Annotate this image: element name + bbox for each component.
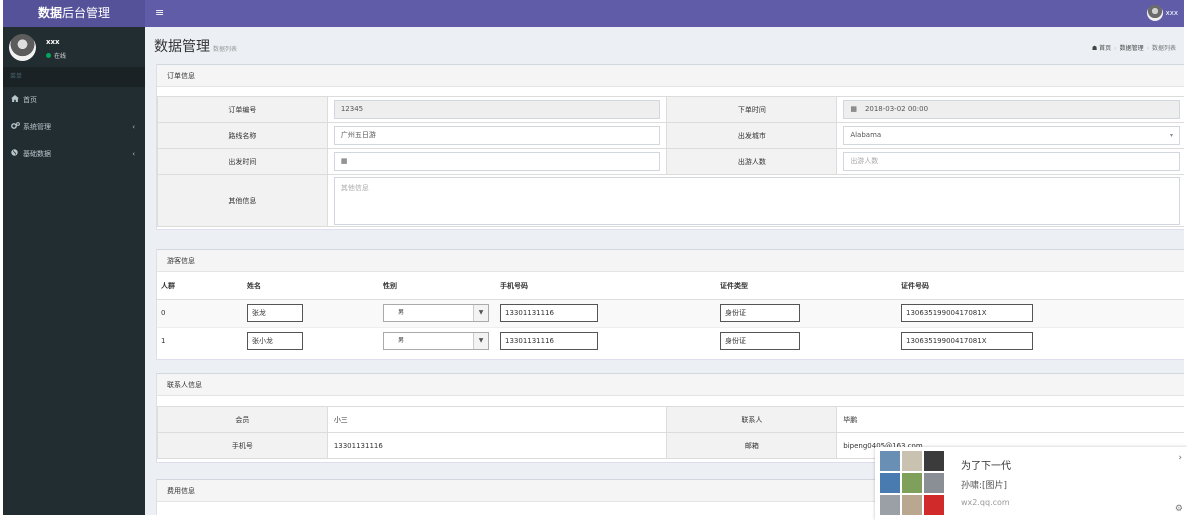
user-name: xxx	[1165, 9, 1178, 17]
id-number-input[interactable]: 13063519900417081X	[901, 332, 1033, 351]
gear-icon[interactable]: ⚙	[1175, 504, 1183, 514]
order-time-label: 下单时间	[666, 96, 838, 123]
top-navbar: 数据后台管理 ≡ xxx	[3, 0, 1184, 27]
member-label: 会员	[157, 406, 328, 433]
other-info-label: 其他信息	[157, 174, 328, 227]
menu-header: 菜单	[3, 67, 145, 87]
breadcrumb-section[interactable]: 数据管理	[1120, 45, 1144, 52]
phone-input[interactable]: 13301131116	[500, 304, 598, 322]
name-input[interactable]: 张小龙	[247, 332, 303, 351]
main-content: 数据管理 数据列表 ☗ 首页 › 数据管理 › 数据列表 订单信息 订单编号 12345 …	[145, 27, 1184, 515]
city-label: 出发城市	[666, 122, 838, 149]
sidebar-toggle-button[interactable]: ≡	[155, 0, 164, 25]
sidebar-item-system[interactable]: 系统管理 ‹	[3, 114, 145, 141]
online-status: 在线	[46, 51, 66, 60]
col-header: 证件号码	[897, 273, 1184, 300]
id-number-input[interactable]: 130635199004170​81X	[901, 304, 1033, 322]
brand-logo[interactable]: 数据后台管理	[3, 0, 145, 27]
notification-title: 为了下一代	[961, 461, 1011, 472]
sidebar-item-basic-data[interactable]: 基础数据 ‹	[3, 141, 145, 168]
contact-value: 毕鹏	[836, 406, 1184, 433]
home-icon	[11, 87, 23, 114]
name-input[interactable]: 张龙	[247, 304, 303, 322]
sidebar-item-home[interactable]: 首页	[3, 87, 145, 114]
col-header: 手机号码	[496, 273, 716, 300]
row-index: 0	[157, 298, 243, 327]
app-frame: 数据后台管理 ≡ xxx xxx 在线 菜单 首页 系统管理 ‹ 基础数据 ‹ …	[3, 0, 1184, 515]
page-subtitle: 数据列表	[213, 46, 238, 53]
notification-source: wx2.qq.com	[961, 498, 1010, 507]
phone-input[interactable]: 13301131116	[500, 332, 598, 351]
contact-label: 联系人	[666, 406, 838, 433]
city-select[interactable]: Alabama ▾	[843, 126, 1180, 145]
user-panel: xxx 在线	[3, 27, 145, 67]
table-row: 1 张小龙 男 ▼ 13301131116 身份证 130635199004170…	[157, 326, 1184, 355]
col-header: 人群	[157, 273, 243, 300]
chevron-down-icon: ▾	[1169, 132, 1173, 139]
col-header: 性别	[379, 273, 496, 300]
gender-select[interactable]: 男 ▼	[383, 332, 489, 351]
chevron-down-icon: ▼	[473, 305, 488, 321]
home-icon: ☗	[1091, 45, 1098, 52]
col-header: 证件类型	[716, 273, 897, 300]
user-menu[interactable]: xxx	[1146, 5, 1178, 21]
order-time-field[interactable]: ▦ 2018-03-02 00:00	[843, 100, 1180, 119]
breadcrumb: ☗ 首页 › 数据管理 › 数据列表	[1091, 45, 1176, 52]
member-value: 小三	[326, 406, 668, 433]
route-field[interactable]: 广州五日游	[333, 126, 661, 145]
depart-time-label: 出发时间	[157, 148, 328, 175]
sidebar: xxx 在线 菜单 首页 系统管理 ‹ 基础数据 ‹	[3, 27, 145, 515]
email-label: 邮箱	[666, 432, 838, 459]
group-avatar	[880, 451, 946, 517]
avatar	[9, 34, 36, 61]
sidebar-user-name: xxx	[46, 38, 60, 46]
row-index: 1	[157, 326, 243, 355]
order-info-table: 订单编号 12345 下单时间 ▦ 2018-03-02 00:00 路线名称 广…	[157, 96, 1184, 227]
order-info-header: 订单信息	[157, 65, 1184, 87]
other-info-textarea[interactable]: 其他信息	[333, 176, 1180, 225]
tourist-table: 人群 姓名 性别 手机号码 证件类型 证件号码 0 张龙 男 ▼ 13301131…	[157, 273, 1184, 355]
notification-message: 孙啸:[图片]	[961, 481, 1008, 491]
gears-icon	[11, 114, 23, 141]
notification-popup[interactable]: 为了下一代 孙啸:[图片] wx2.qq.com › ⚙	[875, 447, 1187, 520]
phone-label: 手机号	[157, 432, 328, 459]
col-header: 姓名	[243, 273, 379, 300]
table-row: 0 张龙 男 ▼ 13301131116 身份证 130635199004170​…	[157, 298, 1184, 327]
id-type-input[interactable]: 身份证	[720, 304, 800, 322]
chevron-down-icon: ▼	[473, 333, 488, 350]
people-field[interactable]: 出游人数	[843, 152, 1180, 171]
tourist-info-header: 游客信息	[157, 250, 1184, 272]
chevron-right-icon[interactable]: ›	[1178, 453, 1182, 463]
chevron-left-icon: ‹	[132, 123, 135, 131]
id-type-input[interactable]: 身份证	[720, 332, 800, 351]
tourist-info-box: 游客信息 人群 姓名 性别 手机号码 证件类型 证件号码 0 张龙 男 ▼ 133…	[156, 249, 1184, 360]
phone-value: 13301131116	[326, 432, 668, 459]
order-no-label: 订单编号	[157, 96, 328, 123]
breadcrumb-home[interactable]: 首页	[1099, 45, 1111, 52]
depart-time-field[interactable]: ▦	[333, 152, 661, 171]
calendar-icon: ▦	[340, 157, 348, 165]
avatar	[1146, 5, 1163, 21]
gender-select[interactable]: 男 ▼	[383, 304, 489, 322]
globe-icon	[11, 141, 23, 168]
order-info-box: 订单信息 订单编号 12345 下单时间 ▦ 2018-03-02 00:00 路…	[156, 64, 1184, 230]
people-label: 出游人数	[666, 148, 838, 175]
chevron-left-icon: ‹	[132, 150, 135, 158]
route-label: 路线名称	[157, 122, 328, 149]
page-title: 数据管理 数据列表	[154, 39, 238, 55]
calendar-icon: ▦	[850, 105, 857, 113]
order-no-field[interactable]: 12345	[333, 100, 661, 119]
online-dot-icon	[46, 53, 51, 58]
contact-info-header: 联系人信息	[157, 374, 1184, 396]
breadcrumb-current: 数据列表	[1151, 45, 1176, 52]
